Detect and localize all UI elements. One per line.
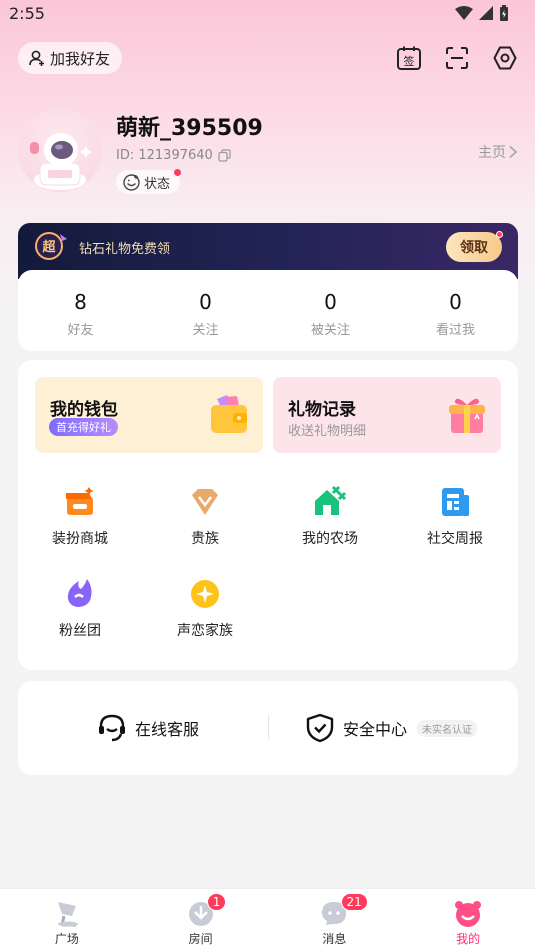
stat-value: 0 xyxy=(199,290,212,314)
stat-friends[interactable]: 8 好友 xyxy=(18,270,143,351)
wallet-icon xyxy=(211,395,247,433)
sign-in-glyph: 签 xyxy=(404,54,415,68)
grid-item-farm[interactable]: 我的农场 xyxy=(280,485,380,555)
nickname: 萌新_395509 xyxy=(116,116,263,141)
stat-label: 关注 xyxy=(192,323,219,338)
status-button[interactable]: 状态 xyxy=(116,169,182,194)
stat-label: 看过我 xyxy=(435,323,475,338)
grid-label: 装扮商城 xyxy=(52,531,108,547)
family-icon xyxy=(191,580,219,608)
status-dot xyxy=(174,169,182,176)
settings-icon[interactable] xyxy=(492,45,518,71)
chevron-right-icon xyxy=(509,145,518,159)
status-time: 2:55 xyxy=(9,3,45,23)
grid-item-fan-club[interactable]: 粉丝团 xyxy=(30,577,130,647)
nav-item-messages[interactable]: 消息 21 xyxy=(268,889,402,950)
service-divider xyxy=(268,715,269,739)
plaza-icon xyxy=(51,897,83,929)
homepage-link[interactable]: 主页 xyxy=(478,142,518,162)
features-card: 我的钱包 首充得好礼 礼物记录 收送礼物明细 装扮商城 贵族 我的农场 社交周报… xyxy=(18,360,518,670)
diamond-icon xyxy=(192,489,218,515)
nav-label: 消息 xyxy=(322,932,347,946)
grid-item-family[interactable]: 声恋家族 xyxy=(155,577,255,647)
smile-status-icon xyxy=(123,173,140,191)
claim-label: 领取 xyxy=(460,240,488,256)
stat-value: 0 xyxy=(449,290,462,314)
nav-label: 广场 xyxy=(54,932,79,946)
status-bar: 2:55 xyxy=(0,0,535,26)
add-user-icon xyxy=(29,50,44,66)
scan-icon[interactable] xyxy=(444,45,470,71)
battery-icon xyxy=(500,5,508,21)
gift-records-title: 礼物记录 xyxy=(288,400,356,420)
avatar[interactable] xyxy=(18,108,102,192)
user-id: ID: 121397640 xyxy=(116,148,213,163)
status-label: 状态 xyxy=(144,176,171,192)
online-support-label: 在线客服 xyxy=(135,720,200,739)
grid-label: 声恋家族 xyxy=(177,623,233,639)
add-friend-label: 加我好友 xyxy=(50,49,111,68)
header-row: 加我好友 签 xyxy=(18,42,518,74)
user-id-row: ID: 121397640 xyxy=(116,148,231,163)
promo-text: 钻石礼物免费领 xyxy=(79,242,171,257)
wallet-card[interactable]: 我的钱包 首充得好礼 xyxy=(35,377,263,453)
verify-status-tag: 未实名认证 xyxy=(417,719,478,737)
homepage-label: 主页 xyxy=(478,145,506,161)
messages-badge: 21 xyxy=(340,893,368,911)
super-badge-text: 超 xyxy=(42,239,56,255)
grid-label: 社交周报 xyxy=(427,531,483,547)
nav-label: 我的 xyxy=(456,932,481,946)
report-icon xyxy=(442,488,469,516)
profile-section: 萌新_395509 ID: 121397640 状态 主页 xyxy=(18,108,518,198)
headset-icon xyxy=(99,714,125,742)
copy-icon[interactable] xyxy=(218,149,231,162)
farm-icon xyxy=(315,485,347,515)
grid-label: 贵族 xyxy=(191,531,219,547)
security-center-button[interactable]: 安全中心 未实名认证 xyxy=(305,713,478,743)
grid-item-nobility[interactable]: 贵族 xyxy=(155,485,255,555)
nav-item-me[interactable]: 我的 xyxy=(401,889,535,950)
fan-club-icon xyxy=(67,579,92,607)
grid-item-shop[interactable]: 装扮商城 xyxy=(30,485,130,555)
header-icons: 签 xyxy=(396,45,518,71)
stat-label: 好友 xyxy=(67,323,94,338)
nav-item-plaza[interactable]: 广场 xyxy=(0,889,134,950)
sign-in-icon[interactable]: 签 xyxy=(396,45,422,71)
stat-label: 被关注 xyxy=(310,323,350,338)
super-badge-icon: 超 xyxy=(35,232,67,260)
bottom-nav: 广场 房间 1 消息 21 我的 xyxy=(0,888,535,950)
stat-visitors[interactable]: 0 看过我 xyxy=(393,270,518,351)
add-friend-button[interactable]: 加我好友 xyxy=(18,42,123,74)
security-center-label: 安全中心 xyxy=(343,720,408,739)
shield-icon xyxy=(306,713,334,743)
stat-followers[interactable]: 0 被关注 xyxy=(268,270,393,351)
room-badge: 1 xyxy=(206,893,227,911)
wallet-tag: 首充得好礼 xyxy=(49,418,118,436)
gift-records-card[interactable]: 礼物记录 收送礼物明细 xyxy=(273,377,501,453)
gift-box-icon xyxy=(449,398,485,433)
service-card: 在线客服 安全中心 未实名认证 xyxy=(18,681,518,775)
grid-label: 粉丝团 xyxy=(59,623,101,639)
stats-card: 8 好友 0 关注 0 被关注 0 看过我 xyxy=(18,270,518,351)
me-icon xyxy=(452,897,484,929)
online-support-button[interactable]: 在线客服 xyxy=(97,713,199,743)
wallet-title: 我的钱包 xyxy=(50,400,118,420)
claim-button[interactable]: 领取 xyxy=(446,231,503,262)
nav-label: 房间 xyxy=(188,932,213,946)
shop-icon xyxy=(66,487,94,515)
signal-icon xyxy=(479,6,493,20)
stat-value: 8 xyxy=(74,290,87,314)
gift-records-subtitle: 收送礼物明细 xyxy=(288,424,367,439)
stat-value: 0 xyxy=(324,290,337,314)
claim-dot xyxy=(496,231,503,238)
grid-label: 我的农场 xyxy=(302,531,358,547)
nav-item-room[interactable]: 房间 1 xyxy=(134,889,268,950)
wifi-icon xyxy=(455,6,473,20)
stat-following[interactable]: 0 关注 xyxy=(143,270,268,351)
status-icons xyxy=(455,5,509,21)
grid-item-report[interactable]: 社交周报 xyxy=(405,485,505,555)
